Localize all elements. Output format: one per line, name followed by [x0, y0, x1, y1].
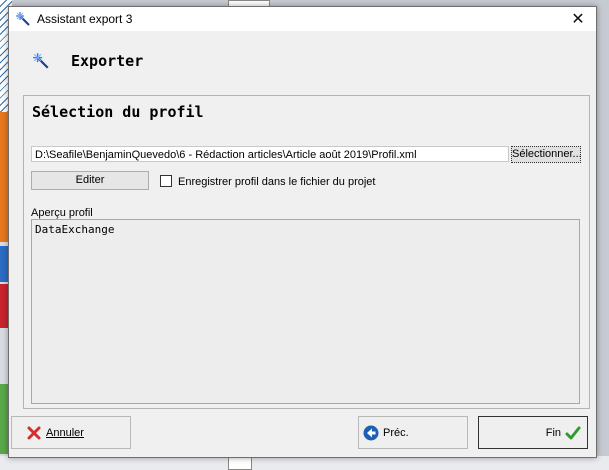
page-title: Exporter [71, 52, 144, 70]
cancel-button[interactable]: Annuler [11, 416, 131, 449]
profile-panel: Sélection du profil D:\Seafile\BenjaminQ… [23, 95, 590, 409]
select-profile-button[interactable]: Sélectionner... [511, 146, 582, 163]
save-profile-checkbox-label[interactable]: Enregistrer profil dans le fichier du pr… [178, 176, 375, 188]
red-x-icon [27, 426, 41, 439]
wizard-header: Exporter [9, 31, 596, 89]
previous-button[interactable]: Préc. [358, 416, 468, 449]
profile-path-field[interactable]: D:\Seafile\BenjaminQuevedo\6 - Rédaction… [31, 146, 509, 162]
window-title: Assistant export 3 [37, 12, 133, 26]
title-bar: Assistant export 3 ✕ [9, 7, 596, 31]
previous-label: Préc. [383, 426, 409, 439]
edit-profile-button[interactable]: Editer [31, 171, 149, 190]
background-tag-bottom [228, 456, 252, 470]
save-profile-checkbox[interactable] [160, 175, 172, 187]
preview-label: Aperçu profil [31, 207, 93, 219]
finish-button[interactable]: Fin [478, 416, 588, 449]
close-icon: ✕ [571, 11, 585, 28]
section-title: Sélection du profil [32, 103, 204, 121]
cancel-label: Annuler [46, 426, 84, 439]
green-check-icon [565, 426, 581, 439]
back-arrow-icon [363, 425, 379, 440]
magic-wand-icon [16, 12, 30, 26]
finish-label: Fin [545, 426, 561, 439]
close-button[interactable]: ✕ [560, 7, 596, 31]
export-wizard-dialog: Assistant export 3 ✕ Exporter Sélection … [8, 6, 597, 458]
preview-text: DataExchange [35, 223, 115, 236]
profile-preview-box[interactable]: DataExchange [31, 219, 580, 404]
background-timeline [0, 456, 609, 470]
magic-wand-icon [33, 53, 49, 69]
